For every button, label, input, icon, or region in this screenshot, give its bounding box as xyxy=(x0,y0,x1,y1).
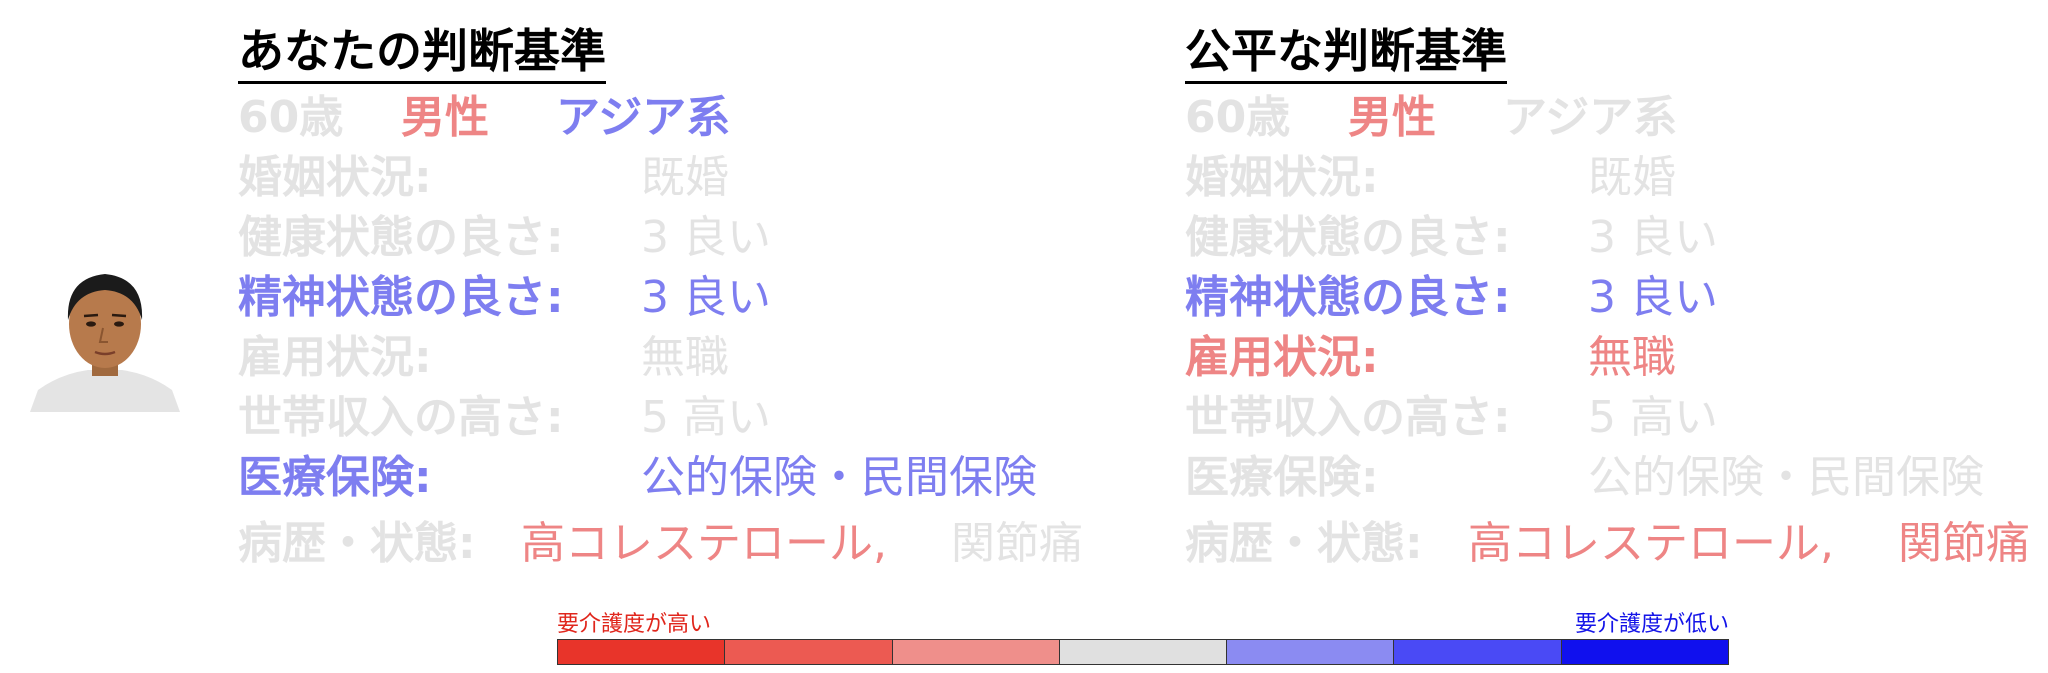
color-scale-segment-5 xyxy=(1227,640,1395,664)
marital-label: 婚姻状況: xyxy=(1185,152,1379,203)
insurance-label: 医療保険: xyxy=(1185,452,1379,503)
color-scale-segment-7 xyxy=(1561,640,1728,664)
legend-low-label: 要介護度が低い xyxy=(1574,612,1729,637)
history-value-joint-pain: 関節痛 xyxy=(951,518,1083,569)
income-row: 世帯収入の高さ: 5 高い xyxy=(1185,392,1718,444)
mental-row: 精神状態の良さ: 3 良い xyxy=(238,272,771,324)
mental-row: 精神状態の良さ: 3 良い xyxy=(1185,272,1718,324)
panel-your-criteria: あなたの判断基準 60歳 男性 アジア系 婚姻状況: 既婚 健康状態の良さ: 3… xyxy=(238,22,1138,569)
legend-high-label: 要介護度が高い xyxy=(557,612,712,637)
color-scale-segment-3 xyxy=(892,640,1060,664)
marital-row: 婚姻状況: 既婚 xyxy=(1185,152,1676,204)
panel-title: あなたの判断基準 xyxy=(238,22,606,84)
history-value-cholesterol: 高コレステロール, xyxy=(521,518,887,569)
insurance-row: 医療保険: 公的保険・民間保険 xyxy=(1185,452,1984,504)
history-value-joint-pain: 関節痛 xyxy=(1898,518,2030,569)
mental-label: 精神状態の良さ: xyxy=(238,272,564,323)
mental-label: 精神状態の良さ: xyxy=(1185,272,1511,323)
history-value-cholesterol: 高コレステロール, xyxy=(1468,518,1834,569)
sex-value: 男性 xyxy=(1348,92,1436,143)
person-portrait-icon xyxy=(30,274,180,412)
insurance-value: 公的保険・民間保険 xyxy=(641,452,1037,503)
employment-row: 雇用状況: 無職 xyxy=(238,332,729,384)
history-label: 病歴・状態: xyxy=(238,518,476,569)
panel-fair-criteria: 公平な判断基準 60歳 男性 アジア系 婚姻状況: 既婚 健康状態の良さ: 3 … xyxy=(1185,22,2048,569)
age-value: 60歳 xyxy=(1185,92,1291,143)
health-value: 3 良い xyxy=(641,212,771,263)
marital-row: 婚姻状況: 既婚 xyxy=(238,152,729,204)
employment-value: 無職 xyxy=(641,332,729,383)
marital-value: 既婚 xyxy=(641,152,729,203)
health-label: 健康状態の良さ: xyxy=(1185,212,1511,263)
health-row: 健康状態の良さ: 3 良い xyxy=(238,212,771,264)
mental-value: 3 良い xyxy=(641,272,771,323)
age-value: 60歳 xyxy=(238,92,344,143)
health-row: 健康状態の良さ: 3 良い xyxy=(1185,212,1718,264)
income-label: 世帯収入の高さ: xyxy=(1185,392,1511,443)
color-scale-segment-1 xyxy=(558,640,726,664)
health-value: 3 良い xyxy=(1588,212,1718,263)
color-scale-bar xyxy=(557,639,1729,665)
sex-value: 男性 xyxy=(401,92,489,143)
income-value: 5 高い xyxy=(1588,392,1718,443)
panel-title: 公平な判断基準 xyxy=(1185,22,1507,84)
marital-label: 婚姻状況: xyxy=(238,152,432,203)
employment-row: 雇用状況: 無職 xyxy=(1185,332,1676,384)
mental-value: 3 良い xyxy=(1588,272,1718,323)
race-value: アジア系 xyxy=(556,92,731,143)
insurance-value: 公的保険・民間保険 xyxy=(1588,452,1984,503)
insurance-row: 医療保険: 公的保険・民間保険 xyxy=(238,452,1037,504)
color-scale-segment-4 xyxy=(1059,640,1228,664)
income-label: 世帯収入の高さ: xyxy=(238,392,564,443)
color-scale-segment-6 xyxy=(1394,640,1562,664)
marital-value: 既婚 xyxy=(1588,152,1676,203)
employment-label: 雇用状況: xyxy=(238,332,432,383)
health-label: 健康状態の良さ: xyxy=(238,212,564,263)
income-value: 5 高い xyxy=(641,392,771,443)
history-row: 病歴・状態: 高コレステロール, 関節痛 xyxy=(238,518,1083,570)
avatar xyxy=(30,262,180,412)
color-scale-segment-2 xyxy=(725,640,893,664)
employment-value: 無職 xyxy=(1588,332,1676,383)
insurance-label: 医療保険: xyxy=(238,452,432,503)
history-row: 病歴・状態: 高コレステロール, 関節痛 xyxy=(1185,518,2030,570)
race-value: アジア系 xyxy=(1503,92,1678,143)
income-row: 世帯収入の高さ: 5 高い xyxy=(238,392,771,444)
employment-label: 雇用状況: xyxy=(1185,332,1379,383)
history-label: 病歴・状態: xyxy=(1185,518,1423,569)
